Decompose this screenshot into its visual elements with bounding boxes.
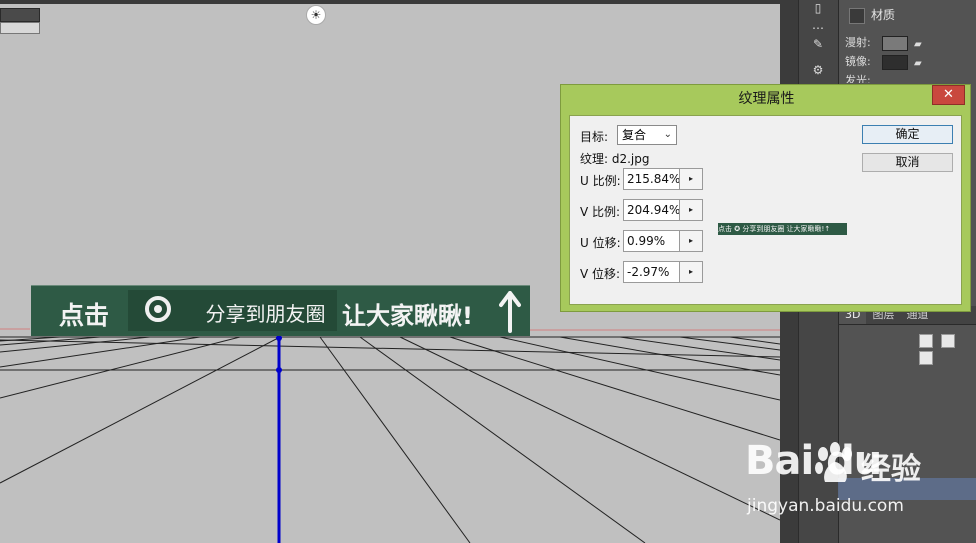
scene-icon[interactable] bbox=[919, 334, 933, 348]
close-icon[interactable]: ✕ bbox=[932, 85, 965, 105]
banner-share-box: 分享到朋友圈 bbox=[194, 290, 337, 331]
paw-icon bbox=[815, 442, 852, 482]
lower-icon-row bbox=[919, 334, 976, 368]
ok-button[interactable]: 确定 bbox=[862, 125, 953, 144]
target-value: 复合 bbox=[622, 128, 647, 142]
brush-icon[interactable]: ✎ bbox=[809, 36, 827, 52]
material-row-diffuse: 漫射: ▰ bbox=[845, 35, 922, 51]
material-icon bbox=[849, 7, 865, 24]
baidu-watermark: Bai du 经验 jingyan.baidu.com bbox=[745, 438, 976, 518]
adjust-icon[interactable]: ⚙ bbox=[809, 62, 827, 78]
watermark-url: jingyan.baidu.com bbox=[747, 496, 904, 516]
u-scale-field[interactable]: 215.84% ▸ bbox=[623, 168, 703, 190]
u-offset-label: U 位移: bbox=[580, 236, 621, 250]
target-label: 目标: bbox=[580, 130, 609, 144]
row-label: 发光: bbox=[845, 74, 871, 83]
dialog-body: 目标: 复合 ⌄ 纹理: d2.jpg U 比例: 215.84% ▸ V 比例… bbox=[569, 115, 962, 305]
texture-properties-dialog: 纹理属性 ✕ 目标: 复合 ⌄ 纹理: d2.jpg U 比例: 215.84%… bbox=[560, 84, 971, 312]
watermark-product: 经验 bbox=[861, 452, 921, 487]
folder-icon[interactable]: ▰ bbox=[914, 56, 926, 69]
u-offset-value: 0.99% bbox=[627, 234, 666, 248]
row-label: 镜像: bbox=[845, 55, 871, 68]
v-scale-value: 204.94% bbox=[627, 203, 681, 217]
banner-share-text: 分享到朋友圈 bbox=[205, 302, 326, 326]
row-label: 漫射: bbox=[845, 36, 871, 49]
mesh-icon[interactable] bbox=[941, 334, 955, 348]
textured-plane-banner[interactable]: 点击 分享到朋友圈 让大家瞅瞅! bbox=[31, 285, 530, 336]
cancel-button[interactable]: 取消 bbox=[862, 153, 953, 172]
scrubby-arrow-icon[interactable]: ▸ bbox=[679, 231, 702, 251]
specular-swatch[interactable] bbox=[882, 55, 908, 70]
banner-all-text: 让大家瞅瞅! bbox=[342, 302, 473, 330]
u-offset-field[interactable]: 0.99% ▸ bbox=[623, 230, 703, 252]
folder-icon[interactable]: ▰ bbox=[914, 37, 926, 50]
collapse-icon[interactable]: ▯ bbox=[809, 0, 827, 16]
tab-material-label: 材质 bbox=[871, 8, 896, 22]
v-scale-field[interactable]: 204.94% ▸ bbox=[623, 199, 703, 221]
u-scale-value: 215.84% bbox=[627, 172, 681, 186]
scrubby-arrow-icon[interactable]: ▸ bbox=[679, 200, 702, 220]
scrubby-arrow-icon[interactable]: ▸ bbox=[679, 169, 702, 189]
v-offset-value: -2.97% bbox=[627, 265, 670, 279]
banner-click-text: 点击 bbox=[59, 301, 110, 330]
grip-icon: ⋯ bbox=[812, 21, 824, 35]
material-row-glow: 发光: bbox=[845, 73, 871, 83]
texture-thumbnail: 点击 ✪ 分享到朋友圈 让大家瞅瞅!↑ bbox=[718, 223, 847, 235]
scrubby-arrow-icon[interactable]: ▸ bbox=[679, 262, 702, 282]
target-select[interactable]: 复合 ⌄ bbox=[617, 125, 677, 145]
v-scale-label: V 比例: bbox=[580, 205, 621, 219]
material-filter-icon[interactable] bbox=[919, 351, 933, 365]
tab-material[interactable]: 材质 bbox=[849, 4, 895, 26]
chevron-down-icon: ⌄ bbox=[663, 129, 672, 140]
material-row-specular: 镜像: ▰ bbox=[845, 54, 922, 70]
camera-aperture-icon bbox=[128, 290, 194, 331]
v-offset-label: V 位移: bbox=[580, 267, 621, 281]
texture-filename: 纹理: d2.jpg bbox=[580, 152, 650, 166]
u-scale-label: U 比例: bbox=[580, 174, 621, 188]
up-arrow-icon bbox=[499, 291, 521, 333]
dialog-title: 纹理属性 bbox=[738, 91, 795, 107]
v-offset-field[interactable]: -2.97% ▸ bbox=[623, 261, 703, 283]
diffuse-swatch[interactable] bbox=[882, 36, 908, 51]
